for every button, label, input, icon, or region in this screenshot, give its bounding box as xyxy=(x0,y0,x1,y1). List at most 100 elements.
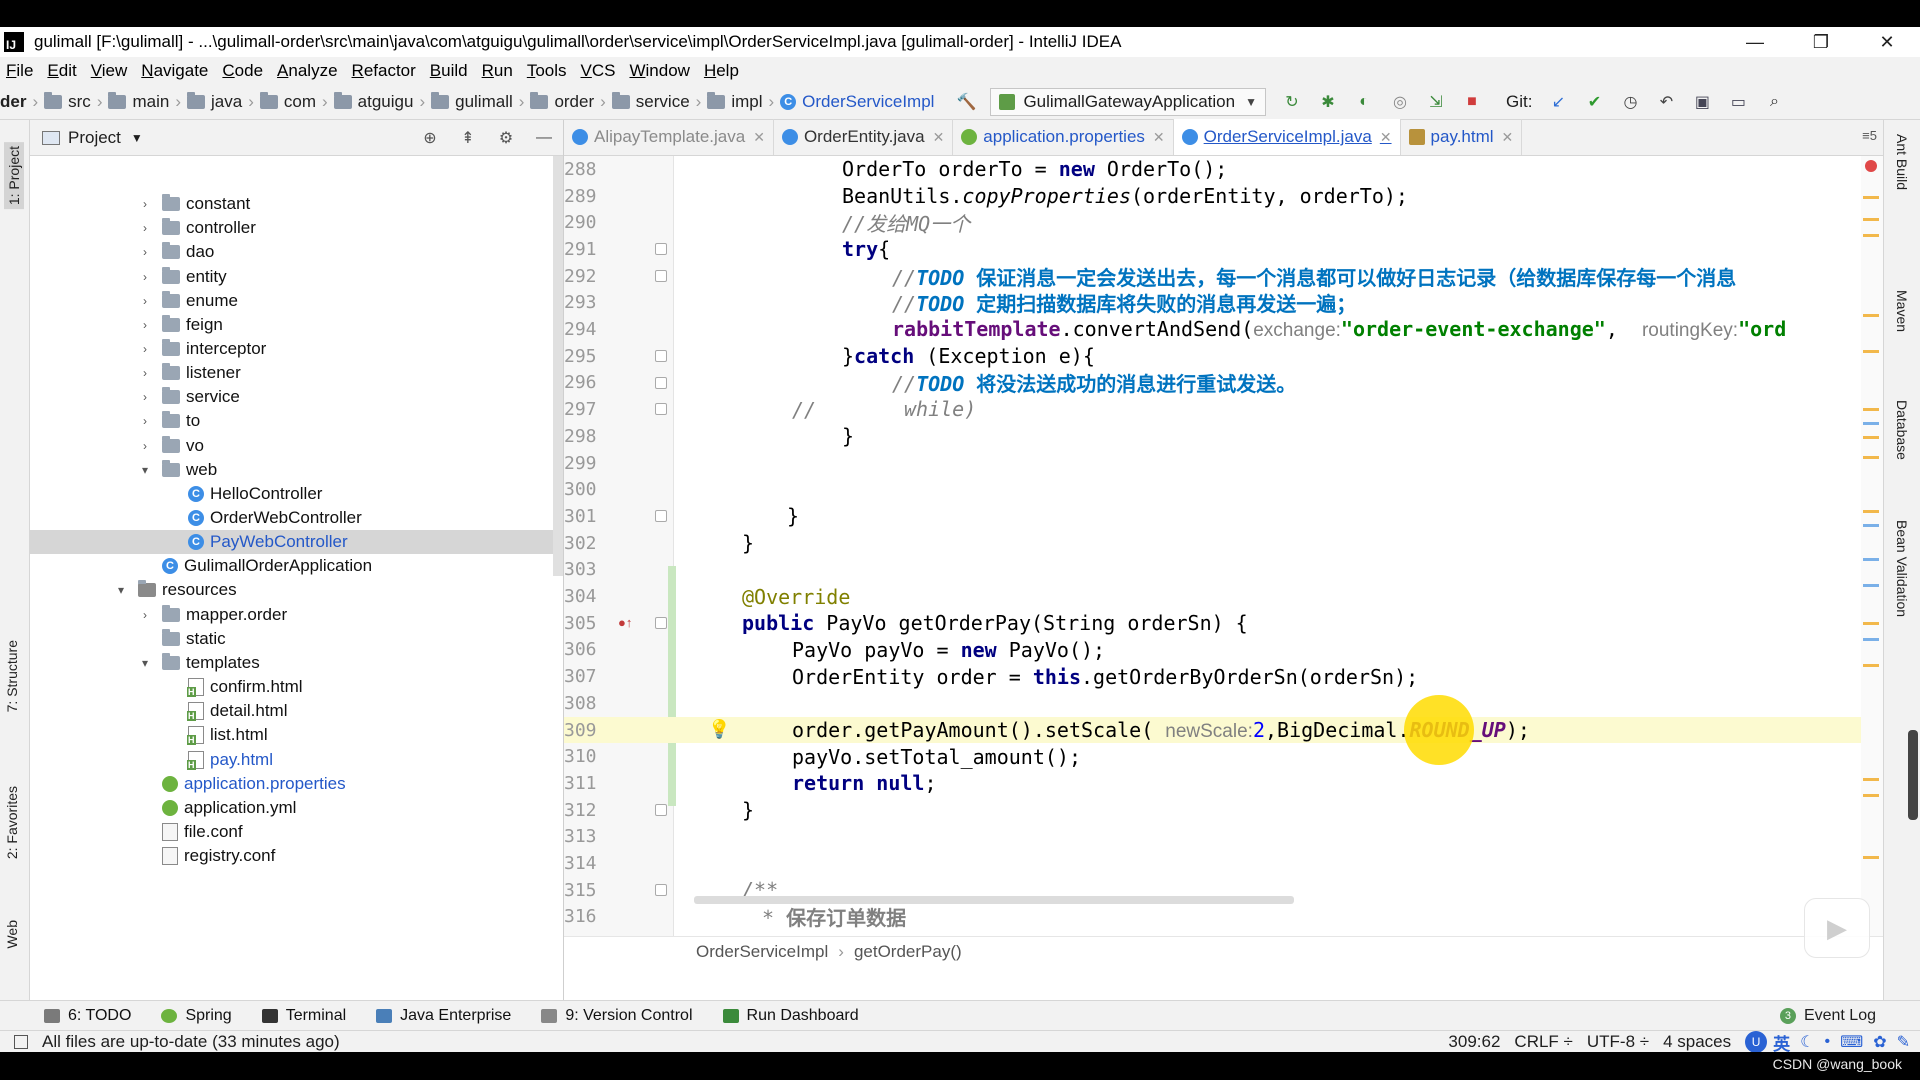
line-separator[interactable]: CRLF ÷ xyxy=(1514,1032,1572,1052)
debug-bug-icon[interactable]: ✱ xyxy=(1318,92,1338,112)
nav-crumb-atguigu[interactable]: atguigu › xyxy=(333,91,425,112)
tree-item-list-html[interactable]: list.html xyxy=(30,723,563,747)
tree-item-listener[interactable]: › listener xyxy=(30,361,563,385)
close-tab-icon[interactable]: ✕ xyxy=(753,129,765,146)
warning-mark[interactable] xyxy=(1863,314,1879,317)
warning-mark[interactable] xyxy=(1863,350,1879,353)
tree-item-orderwebcontroller[interactable]: C OrderWebController xyxy=(30,506,563,530)
code-line-303[interactable]: 303 xyxy=(564,557,1864,584)
stop-icon[interactable]: ■ xyxy=(1462,92,1482,112)
tree-item-interceptor[interactable]: › interceptor xyxy=(30,337,563,361)
code-line-296[interactable]: 296 //TODO 将没法送成功的消息进行重试发送。 xyxy=(564,370,1864,396)
rerun-icon[interactable]: ↻ xyxy=(1282,92,1302,112)
chevron-right-icon[interactable]: › xyxy=(138,608,152,622)
tab-ant-build[interactable]: Ant Build xyxy=(1894,134,1910,190)
menu-refactor[interactable]: Refactor xyxy=(352,61,416,81)
tree-item-service[interactable]: › service xyxy=(30,385,563,409)
code-line-294[interactable]: 294 rabbitTemplate.convertAndSend(exchang… xyxy=(564,316,1864,343)
tree-item-mapper-order[interactable]: › mapper.order xyxy=(30,603,563,627)
code-line-299[interactable]: 299 xyxy=(564,450,1864,477)
code-line-314[interactable]: 314 xyxy=(564,850,1864,877)
video-play-overlay-icon[interactable]: ▶ xyxy=(1804,898,1870,958)
gear-icon[interactable]: ⚙ xyxy=(495,127,517,149)
tree-item-confirm-html[interactable]: confirm.html xyxy=(30,675,563,699)
tab-maven[interactable]: Maven xyxy=(1894,290,1910,332)
tab-project[interactable]: 1: Project xyxy=(4,142,24,210)
nav-crumb-com[interactable]: com › xyxy=(259,91,328,112)
fold-toggle-icon[interactable] xyxy=(655,803,667,816)
tree-item-hellocontroller[interactable]: C HelloController xyxy=(30,482,563,506)
warning-mark[interactable] xyxy=(1863,196,1879,199)
implements-method-icon[interactable]: ●↑ xyxy=(618,615,632,630)
close-tab-icon[interactable]: ✕ xyxy=(1502,129,1514,146)
tool-version-control[interactable]: 9: Version Control xyxy=(541,1007,693,1025)
lightbulb-icon[interactable]: 💡 xyxy=(708,719,730,740)
chevron-right-icon[interactable]: › xyxy=(138,366,152,380)
menu-analyze[interactable]: Analyze xyxy=(277,61,337,81)
code-line-295[interactable]: 295}catch (Exception e){ xyxy=(564,343,1864,370)
menu-build[interactable]: Build xyxy=(430,61,468,81)
tool-run-dashboard[interactable]: Run Dashboard xyxy=(722,1007,859,1025)
tab-application-properties[interactable]: application.properties ✕ xyxy=(953,119,1174,155)
tab-pay-html[interactable]: pay.html ✕ xyxy=(1401,119,1523,155)
nav-crumb-main[interactable]: main › xyxy=(108,91,181,112)
code-line-297[interactable]: 297 // xyxy=(564,396,1864,423)
chevron-right-icon[interactable]: › xyxy=(138,245,152,259)
chevron-down-icon[interactable]: ▾ xyxy=(138,463,152,477)
code-line-305[interactable]: 305 public PayVo getOrderPay(String order… xyxy=(564,610,1864,637)
build-hammer-icon[interactable]: 🔨 xyxy=(956,92,976,112)
menu-navigate[interactable]: Navigate xyxy=(141,61,208,81)
chevron-right-icon[interactable]: › xyxy=(138,318,152,332)
breadcrumb-class[interactable]: OrderServiceImpl xyxy=(696,942,828,962)
tree-item-entity[interactable]: › entity xyxy=(30,264,563,288)
tool-spring[interactable]: Spring xyxy=(161,1007,232,1025)
tree-item-to[interactable]: › to xyxy=(30,409,563,433)
attach-icon[interactable]: ⇲ xyxy=(1426,92,1446,112)
tree-item-paywebcontroller[interactable]: C PayWebController xyxy=(30,530,563,555)
fold-toggle-icon[interactable] xyxy=(655,243,667,256)
collapse-all-icon[interactable]: ⇞ xyxy=(457,127,479,149)
tree-item-file-conf[interactable]: file.conf xyxy=(30,820,563,844)
chevron-right-icon[interactable]: › xyxy=(138,342,152,356)
code-area[interactable]: 288 OrderTo orderTo = new OrderTo(); 289 Be… xyxy=(564,156,1883,936)
tab-bean-validation[interactable]: Bean Validation xyxy=(1894,520,1910,617)
code-line-300[interactable]: 300 xyxy=(564,476,1864,503)
project-structure-icon[interactable]: ▣ xyxy=(1692,92,1712,112)
restore-button[interactable]: ❐ xyxy=(1788,27,1854,57)
warning-mark[interactable] xyxy=(1863,436,1879,439)
fold-toggle-icon[interactable] xyxy=(655,403,667,416)
tree-item-application-properties[interactable]: application.properties xyxy=(30,772,563,796)
history-clock-icon[interactable]: ◷ xyxy=(1620,92,1640,112)
breadcrumb-method[interactable]: getOrderPay() xyxy=(854,942,962,962)
project-view-selector[interactable]: Project xyxy=(68,128,121,148)
code-line-291[interactable]: 291 try{ xyxy=(564,236,1864,263)
warning-mark[interactable] xyxy=(1863,794,1879,797)
run-config-dropdown[interactable]: GulimallGatewayApplication ▼ xyxy=(990,87,1266,116)
close-button[interactable]: ✕ xyxy=(1854,27,1920,57)
tree-item-pay-html[interactable]: pay.html xyxy=(30,747,563,771)
tree-item-dao[interactable]: › dao xyxy=(30,240,563,264)
tab-alipaytemplate-java[interactable]: AlipayTemplate.java ✕ xyxy=(564,119,774,155)
menu-vcs[interactable]: VCS xyxy=(581,61,616,81)
fold-toggle-icon[interactable] xyxy=(655,269,667,282)
code-line-289[interactable]: 289 BeanUtils.copyProperties(orderEntity,… xyxy=(564,183,1864,210)
warning-mark[interactable] xyxy=(1863,218,1879,221)
chevron-down-icon[interactable]: ▼ xyxy=(131,131,143,145)
indent-setting[interactable]: 4 spaces xyxy=(1663,1032,1731,1052)
horizontal-scrollbar[interactable] xyxy=(694,896,1294,904)
usage-mark[interactable] xyxy=(1863,638,1879,641)
code-line-301[interactable]: 301} xyxy=(564,503,1864,530)
warning-mark[interactable] xyxy=(1863,856,1879,859)
menu-edit[interactable]: Edit xyxy=(47,61,76,81)
menu-help[interactable]: Help xyxy=(704,61,739,81)
chevron-down-icon[interactable]: ▾ xyxy=(114,583,128,597)
tab-web[interactable]: Web xyxy=(4,920,20,949)
project-scrollbar[interactable] xyxy=(553,156,563,576)
usage-mark[interactable] xyxy=(1863,422,1879,425)
nav-crumb-class[interactable]: C OrderServiceImpl xyxy=(780,92,934,112)
fold-toggle-icon[interactable] xyxy=(655,376,667,389)
tree-item-gulimallorderapplication[interactable]: C GulimallOrderApplication xyxy=(30,554,563,578)
tab-database[interactable]: Database xyxy=(1894,400,1910,460)
close-tab-icon[interactable]: ✕ xyxy=(1380,129,1392,146)
code-line-309[interactable]: 309 order.getPayAmount().setScale( newSca… xyxy=(564,716,1864,744)
